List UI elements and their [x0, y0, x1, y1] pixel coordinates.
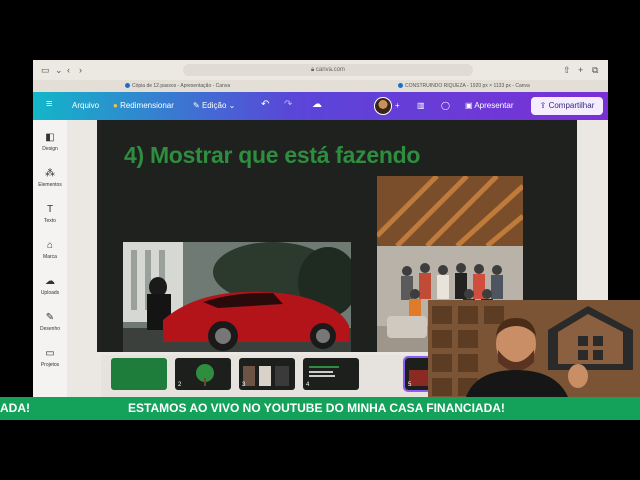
hamburger-icon[interactable]: ≡	[46, 98, 52, 110]
share-button[interactable]: ⇪ Compartilhar	[531, 97, 603, 115]
left-sidebar: ◧ Design ⁂ Elementos T Texto ⌂ Marca ☁ Upload…	[33, 120, 67, 400]
edit-menu[interactable]: ✎ Edição ⌄	[193, 100, 235, 112]
sidebar-item-design[interactable]: ◧ Design	[33, 132, 67, 152]
share-label: Compartilhar	[548, 101, 595, 110]
thumbnail-page-3[interactable]: 3	[239, 358, 295, 390]
folder-icon: ▭	[45, 348, 55, 359]
sidebar-item-label: Uploads	[40, 290, 60, 296]
thumbnail-page-4[interactable]: 4	[303, 358, 359, 390]
sidebar-item-marca[interactable]: ⌂ Marca	[33, 240, 67, 260]
slide-title[interactable]: 4) Mostrar que está fazendo	[124, 142, 420, 169]
browser-toolbar: ▭ ⌄ ‹ › ■ 🔒︎ canva.com ⇧ + ⧉	[33, 60, 608, 80]
add-collaborator-icon[interactable]: +	[395, 100, 400, 112]
tab-bar: Cópia de 12.passos - Apresentação - Canv…	[33, 80, 608, 92]
layout-icon: ◧	[45, 132, 55, 143]
sidebar-item-label: Design	[42, 146, 58, 152]
file-menu[interactable]: Arquivo	[72, 100, 99, 112]
redo-icon[interactable]: ↷	[284, 99, 292, 111]
lock-icon: 🔒︎	[311, 67, 315, 73]
cloud-upload-icon: ☁	[45, 276, 55, 287]
share-page-icon[interactable]: ⇧	[563, 64, 571, 76]
canva-favicon-icon	[125, 83, 130, 89]
comment-icon[interactable]: ◯	[441, 100, 450, 112]
crown-icon: ●	[113, 101, 118, 110]
sidebar-item-label: Elementos	[38, 182, 62, 188]
thumbnail-number: 4	[306, 382, 310, 388]
sidebar-item-label: Marca	[43, 254, 57, 260]
pencil-icon: ✎	[193, 101, 200, 110]
tab-overview-icon[interactable]: ⧉	[592, 64, 598, 76]
canva-favicon-icon	[398, 83, 403, 89]
tree-icon	[196, 364, 214, 386]
back-icon[interactable]: ‹	[67, 64, 70, 76]
thumbnail-number: 2	[178, 382, 182, 388]
chevron-down-icon[interactable]: ⌄	[55, 64, 63, 76]
stream-frame: ▭ ⌄ ‹ › ■ 🔒︎ canva.com ⇧ + ⧉ Cópia de 12…	[0, 0, 640, 480]
forward-icon[interactable]: ›	[79, 64, 82, 76]
sidebar-item-texto[interactable]: T Texto	[33, 204, 67, 224]
webcam-presenter-art	[428, 300, 640, 397]
car-photo-art	[123, 242, 351, 352]
pen-icon: ✎	[45, 312, 55, 323]
banner-ticker-fragment: ADA!	[0, 401, 30, 415]
sidebar-item-desenho[interactable]: ✎ Desenho	[33, 312, 67, 332]
thumbnail-page-1[interactable]	[111, 358, 167, 390]
resize-button[interactable]: ● Redimensionar	[113, 100, 174, 112]
sidebar-item-label: Texto	[44, 218, 56, 224]
chevron-down-icon: ⌄	[228, 101, 236, 110]
brand-icon: ⌂	[46, 240, 54, 251]
avatar[interactable]	[374, 97, 392, 115]
webcam-overlay	[428, 300, 640, 397]
car-photo[interactable]	[123, 242, 351, 352]
tab-construindo-riqueza[interactable]: CONSTRUINDO RIQUEZA - 1920 px × 1133 px …	[398, 82, 530, 90]
banner-ticker-text: ESTAMOS AO VIVO NO YOUTUBE DO MINHA CASA…	[128, 401, 505, 415]
tab-label: Cópia de 12.passos - Apresentação - Canv…	[132, 83, 231, 89]
undo-icon[interactable]: ↶	[261, 99, 269, 111]
sidebar-item-projetos[interactable]: ▭ Projetos	[33, 348, 67, 368]
sidebar-toggle-icon[interactable]: ▭	[41, 64, 50, 76]
thumbnail-page-2[interactable]: 2	[175, 358, 231, 390]
sidebar-item-uploads[interactable]: ☁ Uploads	[33, 276, 67, 296]
url-text: canva.com	[315, 67, 345, 73]
text-icon: T	[46, 204, 54, 215]
sidebar-item-label: Projetos	[40, 362, 60, 368]
people-thumbnail-art	[243, 366, 289, 386]
share-icon: ⇪	[539, 101, 547, 110]
tab-label: CONSTRUINDO RIQUEZA - 1920 px × 1133 px …	[405, 83, 530, 89]
resize-label: Redimensionar	[120, 101, 174, 110]
tab-apresentacao[interactable]: Cópia de 12.passos - Apresentação - Canv…	[125, 82, 230, 90]
thumbnail-number: 5	[408, 382, 412, 388]
cloud-save-icon[interactable]: ☁	[312, 99, 322, 111]
edit-label: Edição	[201, 101, 227, 110]
present-button[interactable]: ▣ Apresentar	[465, 100, 513, 112]
address-bar[interactable]: 🔒︎ canva.com	[183, 64, 473, 76]
live-stream-banner: ADA! ESTAMOS AO VIVO NO YOUTUBE DO MINHA…	[0, 397, 640, 420]
canva-top-bar: ≡ Arquivo ● Redimensionar ✎ Edição ⌄ ↶ ↷…	[33, 92, 608, 120]
analytics-icon[interactable]: ▥	[417, 100, 425, 112]
sidebar-item-label: Desenho	[39, 326, 60, 332]
present-icon: ▣	[465, 101, 473, 110]
sidebar-item-elementos[interactable]: ⁂ Elementos	[33, 168, 67, 188]
shapes-icon: ⁂	[45, 168, 55, 179]
new-tab-icon[interactable]: +	[578, 64, 583, 76]
text-lines-art	[309, 366, 339, 377]
thumbnail-number: 3	[242, 382, 246, 388]
present-label: Apresentar	[474, 101, 514, 110]
